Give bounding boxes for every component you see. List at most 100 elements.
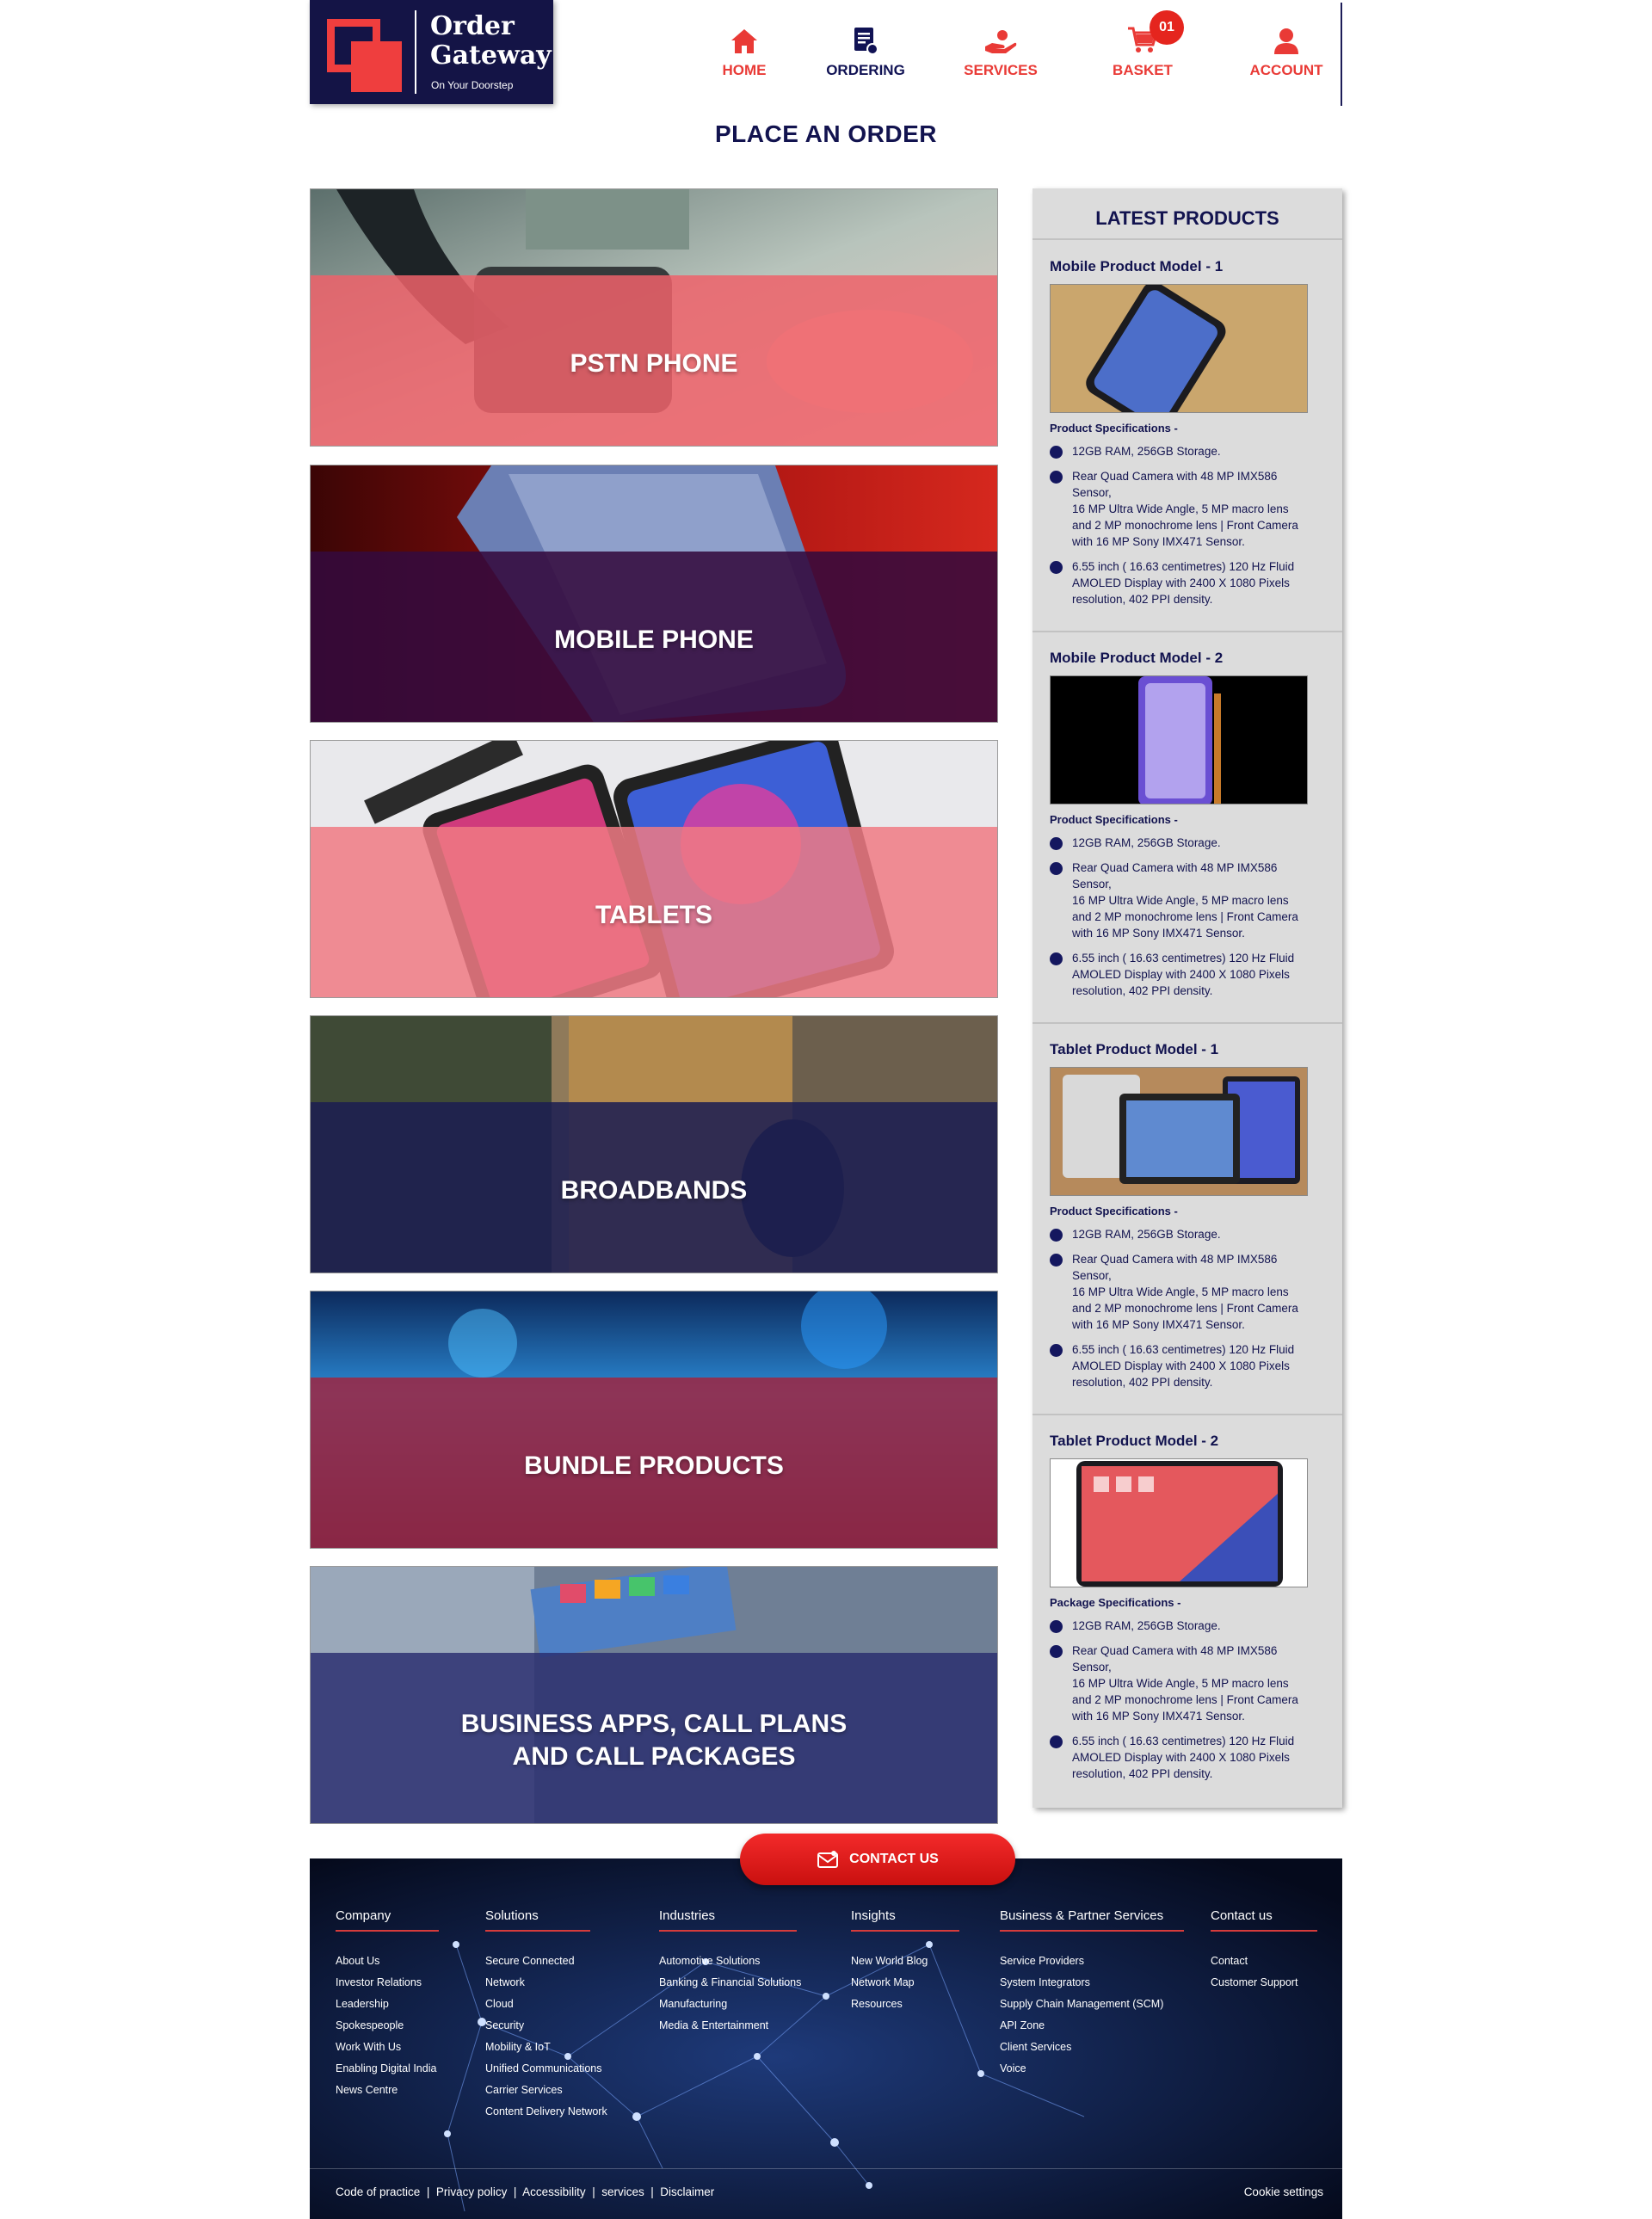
ordering-icon bbox=[854, 28, 878, 55]
footer-link[interactable]: Enabling Digital India bbox=[336, 2058, 439, 2080]
footer-link[interactable]: Manufacturing bbox=[659, 1994, 797, 2015]
site-footer: Company About Us Investor Relations Lead… bbox=[310, 1858, 1342, 2219]
footer-column-contact-us: Contact us Contact Customer Support bbox=[1211, 1908, 1317, 1994]
footer-heading: Insights bbox=[851, 1908, 959, 1932]
product-title[interactable]: Mobile Product Model - 2 bbox=[1050, 650, 1325, 667]
nav-services[interactable]: SERVICES bbox=[949, 22, 1052, 79]
bullet-icon bbox=[1050, 1735, 1063, 1748]
category-tile-business-apps[interactable]: BUSINESS APPS, CALL PLANS AND CALL PACKA… bbox=[310, 1566, 998, 1824]
spec-item: 12GB RAM, 256GB Storage. bbox=[1050, 835, 1325, 851]
mobile-phone-thumbnail bbox=[1051, 676, 1307, 804]
footer-link[interactable]: Unified Communications bbox=[485, 2058, 601, 2080]
bullet-icon bbox=[1050, 1620, 1063, 1633]
footer-link[interactable]: Automotive Solutions bbox=[659, 1951, 797, 1972]
product-card[interactable]: Tablet Product Model - 2 Package Specifi… bbox=[1050, 1433, 1325, 1782]
logo-tagline: On Your Doorstep bbox=[431, 79, 514, 91]
footer-link[interactable]: News Centre bbox=[336, 2080, 439, 2101]
footer-link[interactable]: Secure Connected bbox=[485, 1951, 590, 1972]
spec-item: Rear Quad Camera with 48 MP IMX586 Sensor… bbox=[1050, 1251, 1325, 1333]
footer-link[interactable]: Network bbox=[485, 1972, 590, 1994]
footer-link[interactable]: Investor Relations bbox=[336, 1972, 439, 1994]
logo-filled-square bbox=[351, 41, 402, 92]
product-title[interactable]: Tablet Product Model - 2 bbox=[1050, 1433, 1325, 1450]
category-tile-mobile-phone[interactable]: MOBILE PHONE bbox=[310, 465, 998, 723]
product-image[interactable] bbox=[1050, 1067, 1308, 1196]
footer-link[interactable]: Mobility & IoT bbox=[485, 2037, 590, 2058]
footer-link[interactable]: Supply Chain Management (SCM) bbox=[1000, 1994, 1184, 2015]
product-image[interactable] bbox=[1050, 1458, 1308, 1587]
product-card[interactable]: Mobile Product Model - 1 Product Specifi… bbox=[1050, 258, 1325, 607]
footer-link[interactable]: Carrier Services bbox=[485, 2080, 590, 2101]
nav-account[interactable]: ACCOUNT bbox=[1235, 22, 1338, 79]
footer-link[interactable]: System Integrators bbox=[1000, 1972, 1184, 1994]
footer-link[interactable]: Work With Us bbox=[336, 2037, 439, 2058]
footer-link[interactable]: Spokespeople bbox=[336, 2015, 439, 2037]
bundle-products-label: BUNDLE PRODUCTS bbox=[524, 1452, 784, 1480]
footer-link[interactable]: Voice bbox=[1000, 2058, 1184, 2080]
spec-item: 12GB RAM, 256GB Storage. bbox=[1050, 1618, 1325, 1634]
footer-link[interactable]: Cloud bbox=[485, 1994, 590, 2015]
legal-link-code-of-practice[interactable]: Code of practice bbox=[336, 2185, 420, 2198]
product-divider bbox=[1032, 1022, 1342, 1024]
category-tile-tablets[interactable]: TABLETS bbox=[310, 740, 998, 998]
footer-column-business-partner-services: Business & Partner Services Service Prov… bbox=[1000, 1908, 1184, 2080]
spec-item: 12GB RAM, 256GB Storage. bbox=[1050, 1226, 1325, 1242]
latest-products-sidebar: LATEST PRODUCTS Mobile Product Model - 1… bbox=[1032, 188, 1342, 1808]
bullet-icon bbox=[1050, 1344, 1063, 1357]
product-title[interactable]: Mobile Product Model - 1 bbox=[1050, 258, 1325, 275]
footer-link[interactable]: Resources bbox=[851, 1994, 959, 2015]
footer-link[interactable]: API Zone bbox=[1000, 2015, 1184, 2037]
category-tile-pstn-phone[interactable]: PSTN PHONE bbox=[310, 188, 998, 447]
footer-column-company: Company About Us Investor Relations Lead… bbox=[336, 1908, 439, 2101]
legal-link-privacy-policy[interactable]: Privacy policy bbox=[436, 2185, 508, 2198]
tablet-thumbnail bbox=[1051, 1459, 1307, 1587]
legal-link-disclaimer[interactable]: Disclaimer bbox=[660, 2185, 714, 2198]
spec-item: 6.55 inch ( 16.63 centimetres) 120 Hz Fl… bbox=[1050, 1341, 1325, 1390]
product-image[interactable] bbox=[1050, 675, 1308, 804]
legal-link-accessibility[interactable]: Accessibility bbox=[522, 2185, 586, 2198]
footer-link[interactable]: Content Delivery Network bbox=[485, 2101, 607, 2123]
footer-link[interactable]: Client Services bbox=[1000, 2037, 1184, 2058]
product-divider bbox=[1032, 631, 1342, 632]
contact-us-button[interactable]: CONTACT US bbox=[740, 1834, 1015, 1885]
spec-heading: Product Specifications - bbox=[1050, 422, 1178, 435]
footer-link[interactable]: Customer Support bbox=[1211, 1972, 1317, 1994]
product-image[interactable] bbox=[1050, 284, 1308, 413]
nav-basket[interactable]: BASKET 01 bbox=[1091, 10, 1194, 79]
bullet-icon bbox=[1050, 561, 1063, 574]
footer-heading: Business & Partner Services bbox=[1000, 1908, 1184, 1932]
legal-link-separator: | bbox=[647, 2185, 661, 2198]
product-divider bbox=[1032, 1414, 1342, 1415]
logo[interactable]: Order Gateway On Your Doorstep bbox=[310, 0, 553, 104]
footer-link[interactable]: Leadership bbox=[336, 1994, 439, 2015]
category-tile-broadbands[interactable]: BROADBANDS bbox=[310, 1015, 998, 1273]
footer-link[interactable]: Service Providers bbox=[1000, 1951, 1184, 1972]
footer-column-solutions: Solutions Secure Connected Network Cloud… bbox=[485, 1908, 607, 2123]
footer-link[interactable]: Contact bbox=[1211, 1951, 1317, 1972]
footer-link[interactable]: Banking & Financial Solutions bbox=[659, 1972, 801, 1994]
page-title: PLACE AN ORDER bbox=[715, 120, 937, 147]
product-title[interactable]: Tablet Product Model - 1 bbox=[1050, 1041, 1325, 1058]
nav-home-label: HOME bbox=[722, 62, 767, 78]
nav-ordering[interactable]: ORDERING bbox=[814, 22, 917, 79]
spec-item: 12GB RAM, 256GB Storage. bbox=[1050, 443, 1325, 459]
bullet-icon bbox=[1050, 1254, 1063, 1267]
spec-item: Rear Quad Camera with 48 MP IMX586 Sensor… bbox=[1050, 860, 1325, 941]
footer-link[interactable]: Network Map bbox=[851, 1972, 959, 1994]
footer-link[interactable]: Media & Entertainment bbox=[659, 2015, 797, 2037]
footer-link[interactable]: About Us bbox=[336, 1951, 439, 1972]
product-card[interactable]: Tablet Product Model - 1 Product Specifi… bbox=[1050, 1041, 1325, 1390]
product-card[interactable]: Mobile Product Model - 2 Product Specifi… bbox=[1050, 650, 1325, 999]
category-tile-bundle-products[interactable]: BUNDLE PRODUCTS bbox=[310, 1291, 998, 1549]
network-background-graphic bbox=[310, 1858, 1342, 2219]
footer-link[interactable]: Security bbox=[485, 2015, 590, 2037]
legal-link-services[interactable]: services bbox=[601, 2185, 644, 2198]
nav-home[interactable]: HOME bbox=[693, 22, 796, 79]
legal-link-separator: | bbox=[589, 2185, 602, 2198]
bullet-icon bbox=[1050, 471, 1063, 484]
footer-column-insights: Insights New World Blog Network Map Reso… bbox=[851, 1908, 959, 2015]
cookie-settings-link[interactable]: Cookie settings bbox=[1244, 2185, 1323, 2198]
bullet-icon bbox=[1050, 837, 1063, 850]
spec-heading: Product Specifications - bbox=[1050, 1205, 1178, 1217]
footer-link[interactable]: New World Blog bbox=[851, 1951, 959, 1972]
